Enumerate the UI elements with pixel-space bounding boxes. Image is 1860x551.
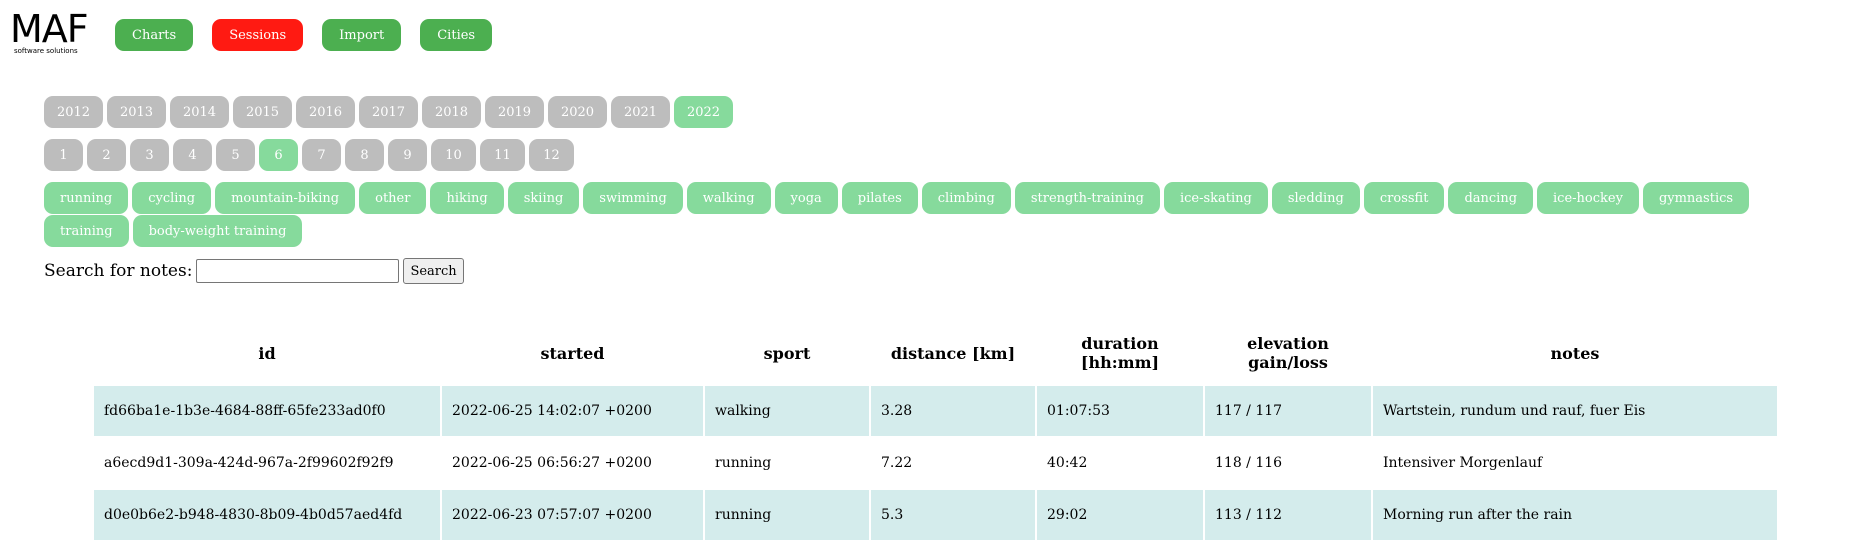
nav-sessions-button[interactable]: Sessions	[212, 19, 304, 51]
search-button[interactable]: Search	[403, 258, 464, 284]
year-pill[interactable]: 2012	[44, 96, 103, 128]
cell-distance: 3.28	[871, 386, 1035, 438]
sport-pill[interactable]: skiing	[507, 182, 580, 214]
sport-pill[interactable]: swimming	[583, 182, 683, 214]
sport-pill[interactable]: strength-training	[1014, 182, 1160, 214]
cell-duration: 29:02	[1037, 490, 1203, 542]
column-header-id: id	[258, 343, 276, 363]
sport-pill[interactable]: mountain-biking	[215, 182, 356, 214]
sport-pill[interactable]: gymnastics	[1642, 182, 1750, 214]
sport-pill[interactable]: ice-skating	[1163, 182, 1268, 214]
sport-pill[interactable]: running	[44, 182, 129, 214]
cell-notes: Morning run after the rain	[1373, 490, 1777, 542]
sport-pill[interactable]: sledding	[1271, 182, 1360, 214]
month-filter: 1 2 3 4 5 6 7 8 9 10 11 12	[44, 139, 1824, 171]
nav-charts-button[interactable]: Charts	[115, 19, 194, 51]
cell-distance: 7.22	[871, 438, 1035, 490]
nav-cities-button[interactable]: Cities	[420, 19, 493, 51]
sport-pill[interactable]: other	[359, 182, 427, 214]
column-header-started: started	[540, 343, 605, 363]
month-pill[interactable]: 4	[173, 139, 212, 171]
cell-duration: 01:07:53	[1037, 386, 1203, 438]
table-row[interactable]: fd66ba1e-1b3e-4684-88ff-65fe233ad0f0 202…	[94, 386, 1777, 438]
cell-sport: running	[705, 438, 869, 490]
column-header-elevation: elevation gain/loss	[1247, 334, 1329, 372]
sport-pill[interactable]: dancing	[1448, 182, 1534, 214]
year-pill[interactable]: 2014	[170, 96, 229, 128]
cell-distance: 5.3	[871, 490, 1035, 542]
month-pill[interactable]: 2	[87, 139, 126, 171]
column-header-distance: distance [km]	[890, 343, 1016, 363]
sport-pill[interactable]: ice-hockey	[1537, 182, 1639, 214]
month-pill[interactable]: 5	[216, 139, 255, 171]
cell-elevation: 117 / 117	[1205, 386, 1371, 438]
table-header-row: id started sport distance [km] duration …	[94, 320, 1777, 386]
column-header-duration: duration [hh:mm]	[1080, 334, 1160, 372]
month-pill[interactable]: 7	[302, 139, 341, 171]
month-pill[interactable]: 3	[130, 139, 169, 171]
year-pill[interactable]: 2019	[485, 96, 544, 128]
year-pill[interactable]: 2015	[233, 96, 292, 128]
sport-pill[interactable]: training	[44, 215, 129, 247]
main-nav: Charts Sessions Import Cities	[115, 19, 493, 51]
session-filters: 2012 2013 2014 2015 2016 2017 2018 2019 …	[44, 96, 1824, 258]
cell-notes: Intensiver Morgenlauf	[1373, 438, 1777, 490]
month-pill[interactable]: 10	[431, 139, 476, 171]
cell-duration: 40:42	[1037, 438, 1203, 490]
sport-pill[interactable]: pilates	[841, 182, 918, 214]
nav-import-button[interactable]: Import	[322, 19, 402, 51]
sport-pill[interactable]: climbing	[921, 182, 1011, 214]
month-pill-selected[interactable]: 6	[259, 139, 298, 171]
month-pill[interactable]: 12	[529, 139, 574, 171]
table-row[interactable]: d0e0b6e2-b948-4830-8b09-4b0d57aed4fd 202…	[94, 490, 1777, 542]
cell-started: 2022-06-23 07:57:07 +0200	[442, 490, 703, 542]
table-row[interactable]: a6ecd9d1-309a-424d-967a-2f99602f92f9 202…	[94, 438, 1777, 490]
sport-pill[interactable]: yoga	[774, 182, 838, 214]
sport-pill[interactable]: cycling	[132, 182, 212, 214]
cell-id[interactable]: a6ecd9d1-309a-424d-967a-2f99602f92f9	[94, 438, 440, 490]
year-pill[interactable]: 2021	[611, 96, 670, 128]
search-input[interactable]	[196, 259, 400, 283]
year-pill[interactable]: 2017	[359, 96, 418, 128]
cell-elevation: 118 / 116	[1205, 438, 1371, 490]
column-header-notes: notes	[1550, 343, 1600, 363]
search-label: Search for notes:	[44, 261, 193, 281]
year-filter: 2012 2013 2014 2015 2016 2017 2018 2019 …	[44, 96, 1824, 128]
month-pill[interactable]: 11	[480, 139, 525, 171]
sport-filter: running cycling mountain-biking other hi…	[44, 182, 1824, 247]
cell-started: 2022-06-25 14:02:07 +0200	[442, 386, 703, 438]
sport-pill[interactable]: crossfit	[1363, 182, 1445, 214]
month-pill[interactable]: 1	[44, 139, 83, 171]
maf-logo[interactable]: MAF software solutions	[10, 7, 90, 58]
year-pill[interactable]: 2013	[107, 96, 166, 128]
month-pill[interactable]: 8	[345, 139, 384, 171]
cell-elevation: 113 / 112	[1205, 490, 1371, 542]
app-header: MAF software solutions Charts Sessions I…	[0, 0, 1860, 70]
year-pill[interactable]: 2018	[422, 96, 481, 128]
year-pill-selected[interactable]: 2022	[674, 96, 733, 128]
column-header-sport: sport	[763, 343, 811, 363]
year-pill[interactable]: 2016	[296, 96, 355, 128]
cell-sport: running	[705, 490, 869, 542]
month-pill[interactable]: 9	[388, 139, 427, 171]
cell-started: 2022-06-25 06:56:27 +0200	[442, 438, 703, 490]
year-pill[interactable]: 2020	[548, 96, 607, 128]
cell-id[interactable]: d0e0b6e2-b948-4830-8b09-4b0d57aed4fd	[94, 490, 440, 542]
sport-pill[interactable]: hiking	[430, 182, 504, 214]
cell-notes: Wartstein, rundum und rauf, fuer Eis	[1373, 386, 1777, 438]
cell-id[interactable]: fd66ba1e-1b3e-4684-88ff-65fe233ad0f0	[94, 386, 440, 438]
sessions-table: id started sport distance [km] duration …	[92, 320, 1779, 542]
sport-pill[interactable]: walking	[686, 182, 771, 214]
logo-text: MAF	[10, 7, 89, 51]
notes-search: Search for notes: Search	[44, 258, 464, 284]
sport-pill[interactable]: body-weight training	[132, 215, 303, 247]
cell-sport: walking	[705, 386, 869, 438]
